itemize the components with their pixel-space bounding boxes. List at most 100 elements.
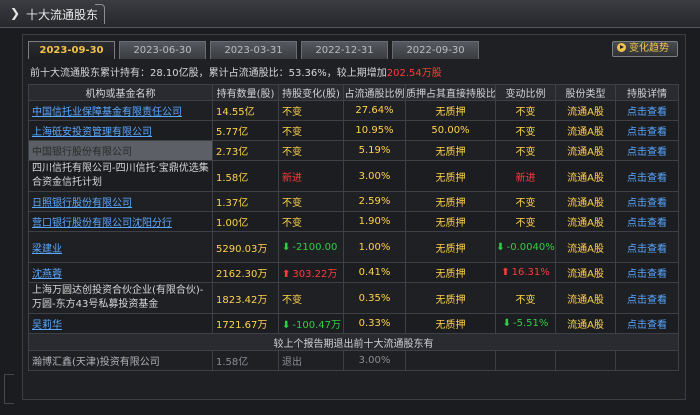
holding-change: 不变 — [278, 100, 344, 121]
empty-cell — [615, 350, 679, 371]
shareholder-name: 四川信托有限公司-四川信托·宝鼎优选集合资金信托计划 — [28, 160, 213, 192]
view-detail-link[interactable]: 点击查看 — [615, 262, 679, 283]
holding-qty: 14.55亿 — [212, 100, 279, 121]
shareholder-name-link[interactable]: 日照银行股份有限公司 — [28, 191, 213, 212]
view-detail-link[interactable]: 点击查看 — [615, 282, 679, 314]
holding-change: 303.22万 — [292, 269, 338, 280]
holding-qty: 5290.03万 — [212, 231, 279, 263]
change-ratio: 新进 — [495, 160, 556, 192]
summary-sep2: ，较上期增加 — [326, 68, 387, 79]
col-header-pledge: 质押占其直接持股比 — [405, 84, 496, 101]
col-header-vary: 变动比例 — [495, 84, 556, 101]
share-type: 流通A股 — [555, 120, 616, 141]
col-header-detail: 持股详情 — [615, 84, 679, 101]
chevron-right-icon[interactable]: ❯ — [10, 6, 24, 20]
table-row: 吴莉华 1721.67万 ⬇ -100.47万 0.33% 无质押 ⬇ -5.51%… — [28, 313, 679, 334]
view-detail-link[interactable]: 点击查看 — [615, 100, 679, 121]
shareholder-name-link[interactable]: 上海砥安投资管理有限公司 — [28, 120, 213, 141]
table-row: 上海砥安投资管理有限公司 5.77亿 不变 10.95% 50.00% 不变 流… — [28, 120, 679, 141]
change-ratio: 不变 — [495, 100, 556, 121]
trend-button-label: 变化趋势 — [629, 43, 669, 54]
holding-qty: 1.37亿 — [212, 191, 279, 212]
tab-2023-06-30[interactable]: 2023-06-30 — [119, 41, 206, 59]
arrow-up-icon: ⬆ — [282, 269, 291, 280]
tab-2022-12-31[interactable]: 2022-12-31 — [301, 41, 388, 59]
exit-section-header: 较上个报告期退出前十大流通股东有 — [28, 333, 679, 351]
holding-change: 不变 — [278, 120, 344, 141]
pledge-ratio: 无质押 — [405, 160, 496, 192]
arrow-down-icon: ⬇ — [502, 318, 511, 329]
change-ratio: 不变 — [495, 211, 556, 232]
summary-prefix: 前十大流通股东累计持有： — [30, 68, 150, 79]
pledge-ratio: 无质押 — [405, 313, 496, 334]
arrow-up-icon: ⬆ — [501, 267, 510, 278]
change-ratio: 不变 — [495, 120, 556, 141]
view-detail-link[interactable]: 点击查看 — [615, 231, 679, 263]
pledge-ratio: 无质押 — [405, 140, 496, 161]
share-type: 流通A股 — [555, 282, 616, 314]
float-ratio: 5.19% — [343, 140, 406, 161]
pledge-ratio: 无质押 — [405, 100, 496, 121]
view-detail-link[interactable]: 点击查看 — [615, 160, 679, 192]
float-ratio: 2.59% — [343, 191, 406, 212]
table-row: 日照银行股份有限公司 1.37亿 不变 2.59% 无质押 不变 流通A股 点击… — [28, 191, 679, 212]
shareholder-name-link[interactable]: 营口银行股份有限公司沈阳分行 — [28, 211, 213, 232]
view-detail-link[interactable]: 点击查看 — [615, 313, 679, 334]
exited-ratio: 3.00% — [343, 350, 406, 371]
shareholder-name-link[interactable]: 中国银行股份有限公司 — [28, 140, 213, 161]
float-ratio: 0.35% — [343, 282, 406, 314]
trend-button[interactable]: 变化趋势 — [612, 41, 678, 57]
scroll-edge-marker — [4, 374, 14, 404]
float-ratio: 27.64% — [343, 100, 406, 121]
exited-change: 退出 — [278, 350, 344, 371]
share-type: 流通A股 — [555, 211, 616, 232]
shareholder-name-link[interactable]: 沈燕蓉 — [28, 262, 213, 283]
float-ratio: 0.41% — [343, 262, 406, 283]
shareholder-name-link[interactable]: 梁建业 — [28, 231, 213, 263]
title-bar: ❯ 十大流通股东 — [0, 0, 700, 28]
change-ratio: 不变 — [495, 191, 556, 212]
holding-qty: 2162.30万 — [212, 262, 279, 283]
panel-title: 十大流通股东 — [26, 8, 99, 22]
change-ratio: 不变 — [495, 140, 556, 161]
holding-change: -100.47万 — [292, 320, 341, 331]
change-ratio: 16.31% — [511, 267, 550, 278]
float-ratio: 1.90% — [343, 211, 406, 232]
shareholder-table: 机构或基金名称 持有数量(股) 持股变化(股) 占流通股比例 质押占其直接持股比… — [28, 84, 679, 371]
pledge-ratio: 无质押 — [405, 262, 496, 283]
table-header-row: 机构或基金名称 持有数量(股) 持股变化(股) 占流通股比例 质押占其直接持股比… — [28, 84, 679, 101]
arrow-down-icon: ⬇ — [496, 241, 505, 253]
holding-change-cell: ⬆ 303.22万 — [278, 262, 344, 283]
table-row: 中国银行股份有限公司 2.73亿 不变 5.19% 无质押 不变 流通A股 点击… — [28, 140, 679, 161]
change-ratio: -0.0040% — [506, 241, 555, 253]
tab-2022-09-30[interactable]: 2022-09-30 — [392, 41, 479, 59]
view-detail-link[interactable]: 点击查看 — [615, 191, 679, 212]
share-type: 流通A股 — [555, 100, 616, 121]
play-circle-icon — [617, 43, 626, 52]
change-ratio: -5.51% — [513, 318, 549, 329]
holding-qty: 5.77亿 — [212, 120, 279, 141]
table-row: 中国信托业保障基金有限责任公司 14.55亿 不变 27.64% 无质押 不变 … — [28, 100, 679, 121]
change-ratio-cell: ⬇ -5.51% — [495, 313, 556, 334]
summary-line: 前十大流通股东累计持有：28.10亿股，累计占流通股比：53.36%，较上期增加… — [30, 64, 442, 80]
view-detail-link[interactable]: 点击查看 — [615, 140, 679, 161]
shareholder-name-link[interactable]: 吴莉华 — [28, 313, 213, 334]
tab-2023-03-31[interactable]: 2023-03-31 — [210, 41, 297, 59]
table-row: 营口银行股份有限公司沈阳分行 1.00亿 不变 1.90% 无质押 不变 流通A… — [28, 211, 679, 232]
tab-2023-09-30[interactable]: 2023-09-30 — [28, 41, 115, 59]
view-detail-link[interactable]: 点击查看 — [615, 120, 679, 141]
col-header-ratio: 占流通股比例 — [343, 84, 406, 101]
empty-cell — [405, 350, 496, 371]
holding-qty: 1.58亿 — [212, 160, 279, 192]
title-divider — [95, 4, 105, 24]
summary-holding: 28.10亿股 — [150, 68, 199, 79]
view-detail-link[interactable]: 点击查看 — [615, 211, 679, 232]
holding-qty: 1721.67万 — [212, 313, 279, 334]
shareholder-name-link[interactable]: 中国信托业保障基金有限责任公司 — [28, 100, 213, 121]
exited-shareholder-name: 瀚博汇鑫(天津)投资有限公司 — [28, 350, 213, 371]
float-ratio: 0.33% — [343, 313, 406, 334]
pledge-ratio: 无质押 — [405, 231, 496, 263]
share-type: 流通A股 — [555, 140, 616, 161]
holding-change: 新进 — [278, 160, 344, 192]
share-type: 流通A股 — [555, 262, 616, 283]
